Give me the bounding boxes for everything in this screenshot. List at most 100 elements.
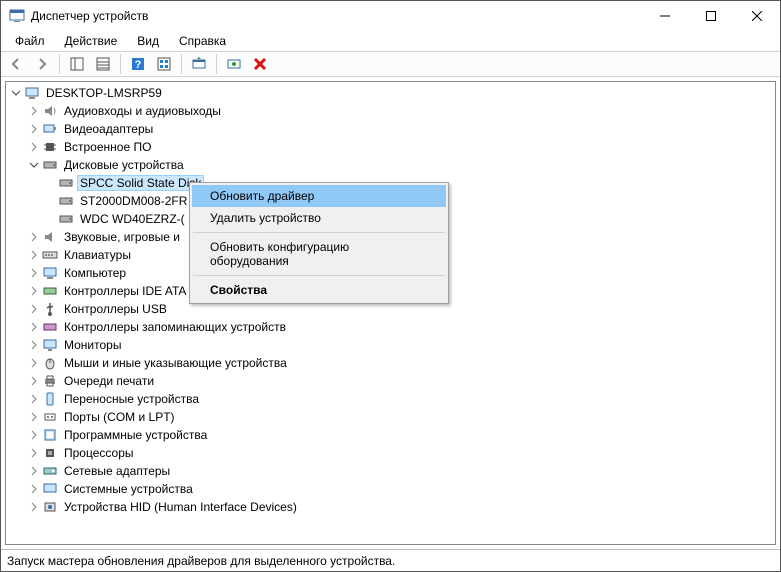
- keyboard-icon: [42, 247, 58, 263]
- forward-button[interactable]: [30, 53, 54, 75]
- tree-item-disks[interactable]: Дисковые устройства: [6, 156, 775, 174]
- ctx-item-label: Удалить устройство: [210, 211, 321, 225]
- tree-item-storage[interactable]: Контроллеры запоминающих устройств: [6, 318, 775, 336]
- tree-item-label: Порты (COM и LPT): [62, 410, 177, 424]
- tree-item-printq[interactable]: Очереди печати: [6, 372, 775, 390]
- action-button[interactable]: [152, 53, 176, 75]
- expander-closed-icon[interactable]: [28, 501, 40, 513]
- ctx-separator: [193, 232, 445, 233]
- expander-closed-icon[interactable]: [28, 141, 40, 153]
- expander-closed-icon[interactable]: [28, 465, 40, 477]
- tree-item-label: Компьютер: [62, 266, 128, 280]
- tree-item-firmware[interactable]: Встроенное ПО: [6, 138, 775, 156]
- expander-closed-icon[interactable]: [28, 321, 40, 333]
- ctx-item-label: Свойства: [210, 283, 267, 297]
- network-adapter-icon: [42, 463, 58, 479]
- tree-item-video[interactable]: Видеоадаптеры: [6, 120, 775, 138]
- tree-item-label: Мыши и иные указывающие устройства: [62, 356, 289, 370]
- tree-item-portable[interactable]: Переносные устройства: [6, 390, 775, 408]
- tree-item-label: Контроллеры USB: [62, 302, 169, 316]
- hid-icon: [42, 499, 58, 515]
- disk-drive-icon: [58, 211, 74, 227]
- software-device-icon: [42, 427, 58, 443]
- tree-item-label: Клавиатуры: [62, 248, 133, 262]
- ctx-separator: [193, 275, 445, 276]
- help-button[interactable]: ?: [126, 53, 150, 75]
- monitor-icon: [42, 337, 58, 353]
- expander-closed-icon[interactable]: [28, 375, 40, 387]
- ctx-item-label: Обновить драйвер: [210, 189, 314, 203]
- tree-item-label: Видеоадаптеры: [62, 122, 155, 136]
- update-driver-button[interactable]: [187, 53, 211, 75]
- tree-item-label: Аудиовходы и аудиовыходы: [62, 104, 223, 118]
- uninstall-button[interactable]: [248, 53, 272, 75]
- expander-closed-icon[interactable]: [28, 267, 40, 279]
- ctx-scan-hardware[interactable]: Обновить конфигурацию оборудования: [192, 236, 446, 272]
- system-device-icon: [42, 481, 58, 497]
- tree-item-software[interactable]: Программные устройства: [6, 426, 775, 444]
- device-tree-panel[interactable]: DESKTOP-LMSRP59 Аудиовходы и аудиовыходы…: [5, 81, 776, 545]
- expander-closed-icon[interactable]: [28, 249, 40, 261]
- port-icon: [42, 409, 58, 425]
- cpu-icon: [42, 445, 58, 461]
- tree-item-mice[interactable]: Мыши и иные указывающие устройства: [6, 354, 775, 372]
- computer-icon: [42, 265, 58, 281]
- tree-item-hid[interactable]: Устройства HID (Human Interface Devices): [6, 498, 775, 516]
- expander-closed-icon[interactable]: [28, 123, 40, 135]
- window-title: Диспетчер устройств: [31, 9, 642, 23]
- expander-closed-icon[interactable]: [28, 105, 40, 117]
- audio-icon: [42, 103, 58, 119]
- menu-view[interactable]: Вид: [129, 33, 167, 49]
- back-button[interactable]: [4, 53, 28, 75]
- menu-action[interactable]: Действие: [57, 33, 126, 49]
- tree-item-system[interactable]: Системные устройства: [6, 480, 775, 498]
- disk-drive-icon: [58, 193, 74, 209]
- tree-item-label: Сетевые адаптеры: [62, 464, 172, 478]
- ctx-update-driver[interactable]: Обновить драйвер: [192, 185, 446, 207]
- ctx-remove-device[interactable]: Удалить устройство: [192, 207, 446, 229]
- app-icon: [9, 8, 25, 24]
- expander-closed-icon[interactable]: [28, 483, 40, 495]
- tree-item-label: Переносные устройства: [62, 392, 201, 406]
- expander-closed-icon[interactable]: [28, 231, 40, 243]
- expander-closed-icon[interactable]: [28, 285, 40, 297]
- expander-closed-icon[interactable]: [28, 447, 40, 459]
- svg-text:?: ?: [135, 59, 142, 71]
- ctx-item-label: Обновить конфигурацию оборудования: [210, 240, 349, 268]
- expander-closed-icon[interactable]: [28, 411, 40, 423]
- close-button[interactable]: [734, 1, 780, 31]
- menu-file[interactable]: Файл: [7, 33, 53, 49]
- expander-closed-icon[interactable]: [28, 393, 40, 405]
- ctx-properties[interactable]: Свойства: [192, 279, 446, 301]
- tree-item-label: Мониторы: [62, 338, 123, 352]
- expander-closed-icon[interactable]: [28, 303, 40, 315]
- maximize-button[interactable]: [688, 1, 734, 31]
- tree-item-monitors[interactable]: Мониторы: [6, 336, 775, 354]
- tree-item-ports[interactable]: Порты (COM и LPT): [6, 408, 775, 426]
- show-hide-tree-button[interactable]: [65, 53, 89, 75]
- expander-closed-icon[interactable]: [28, 339, 40, 351]
- tree-item-label: Устройства HID (Human Interface Devices): [62, 500, 299, 514]
- scan-hardware-button[interactable]: [222, 53, 246, 75]
- window-buttons: [642, 1, 780, 31]
- menu-help[interactable]: Справка: [171, 33, 234, 49]
- properties-button[interactable]: [91, 53, 115, 75]
- expander-open-icon[interactable]: [10, 87, 22, 99]
- toolbar-separator: [216, 54, 217, 74]
- disk-drive-icon: [58, 175, 74, 191]
- tree-item-audio[interactable]: Аудиовходы и аудиовыходы: [6, 102, 775, 120]
- tree-item-net[interactable]: Сетевые адаптеры: [6, 462, 775, 480]
- tree-root-row[interactable]: DESKTOP-LMSRP59: [6, 84, 775, 102]
- expander-closed-icon[interactable]: [28, 357, 40, 369]
- minimize-button[interactable]: [642, 1, 688, 31]
- tree-item-label: Встроенное ПО: [62, 140, 153, 154]
- expander-closed-icon[interactable]: [28, 429, 40, 441]
- audio-icon: [42, 229, 58, 245]
- toolbar-separator: [120, 54, 121, 74]
- expander-open-icon[interactable]: [28, 159, 40, 171]
- toolbar-separator: [59, 54, 60, 74]
- tree-item-cpu[interactable]: Процессоры: [6, 444, 775, 462]
- tree-item-label: Системные устройства: [62, 482, 195, 496]
- titlebar: Диспетчер устройств: [1, 1, 780, 31]
- tree-item-label: Дисковые устройства: [62, 158, 186, 172]
